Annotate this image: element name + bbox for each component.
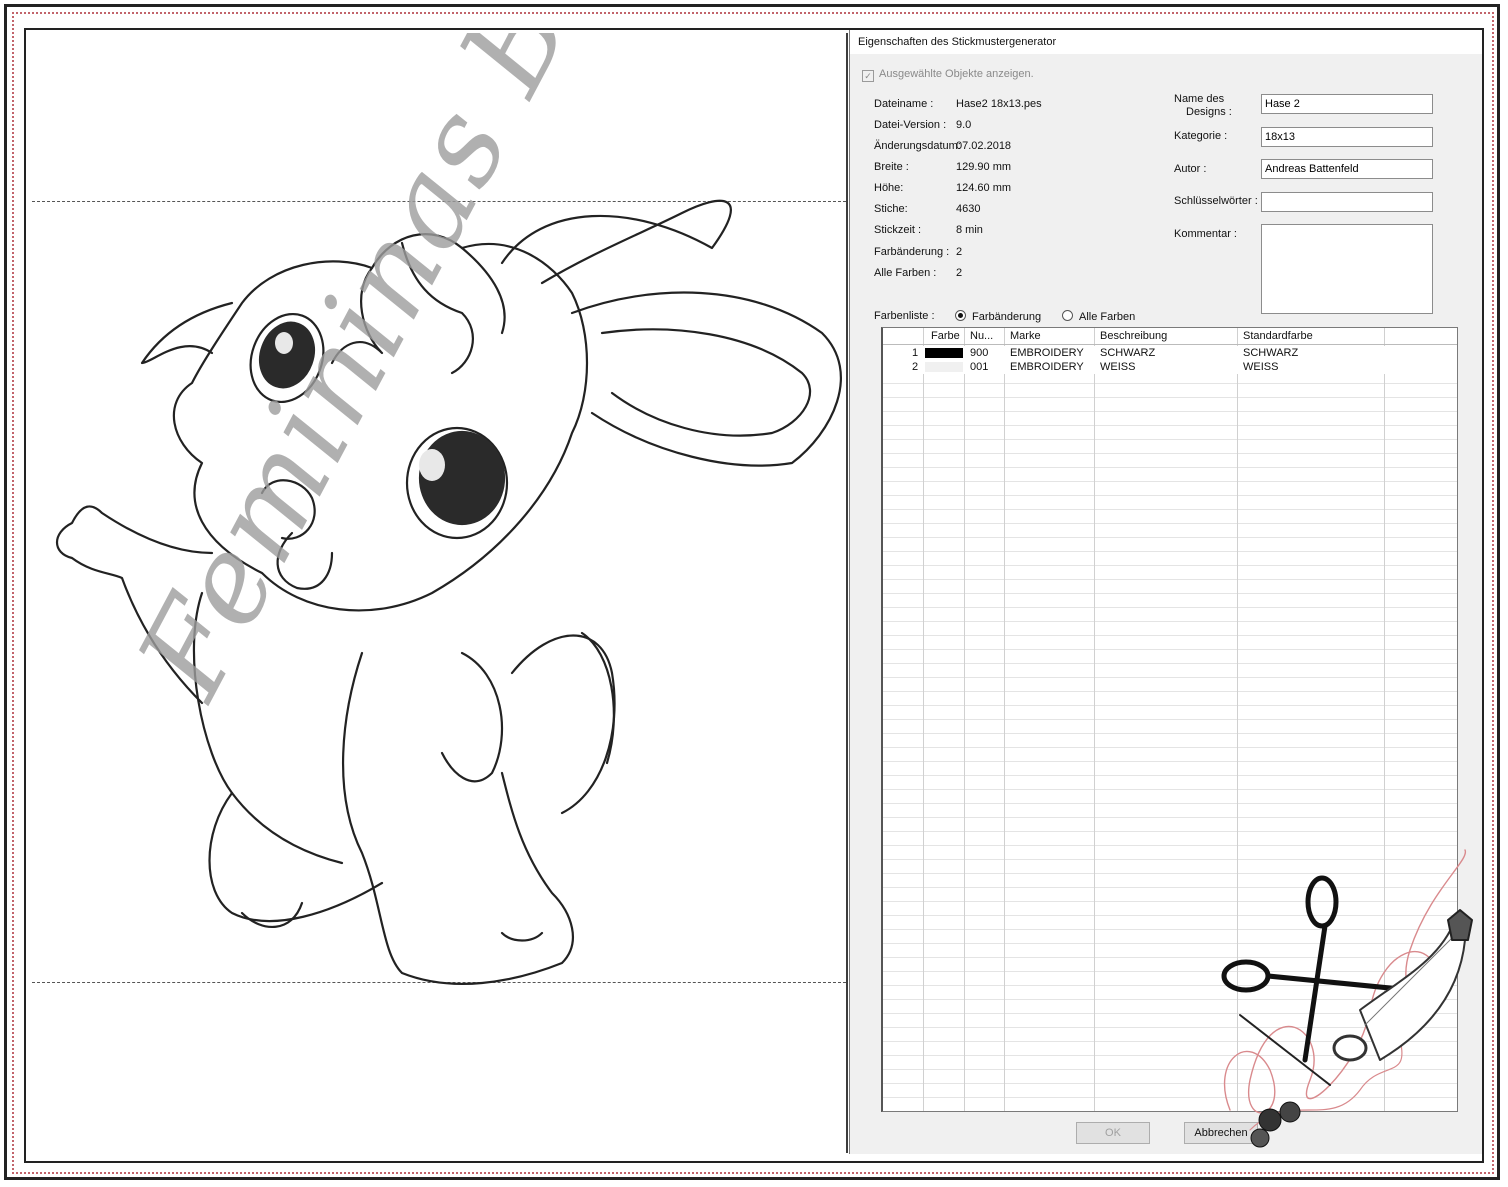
bunny-design — [55, 199, 842, 986]
keywords-input[interactable] — [1261, 192, 1433, 212]
info-value-filename: Hase2 18x13.pes — [956, 98, 1042, 110]
design-name-label-line1: Name des — [1174, 93, 1225, 105]
dialog-title-bar: Eigenschaften des Stickmustergenerator — [850, 30, 1482, 54]
info-label-width: Breite : — [874, 161, 909, 173]
radio-color-change[interactable]: Farbänderung — [955, 310, 1041, 323]
author-label: Autor : — [1174, 163, 1207, 175]
row-standard-color: SCHWARZ — [1243, 347, 1299, 359]
table-column-index — [883, 328, 924, 1111]
show-selected-checkbox[interactable]: ✓ Ausgewählte Objekte anzeigen. — [862, 68, 1034, 82]
table-column-brand — [1005, 328, 1095, 1111]
radio-selected-icon — [955, 310, 966, 321]
info-label-all-colors: Alle Farben : — [874, 267, 937, 279]
row-number: 001 — [970, 361, 989, 373]
table-row[interactable]: 2 001 EMBROIDERY WEISS WEISS — [883, 360, 1457, 374]
row-standard-color: WEISS — [1243, 361, 1279, 373]
info-value-color-changes: 2 — [956, 246, 963, 258]
header-divider — [883, 328, 924, 344]
color-list-label: Farbenliste : — [874, 310, 935, 322]
table-column-color — [924, 328, 965, 1111]
info-label-stitches: Stiche: — [874, 203, 908, 215]
header-color[interactable]: Farbe — [931, 330, 960, 342]
info-value-all-colors: 2 — [956, 267, 963, 279]
radio-all-colors[interactable]: Alle Farben — [1062, 310, 1135, 323]
design-name-input[interactable] — [1261, 94, 1433, 114]
row-index: 1 — [912, 347, 919, 359]
header-number[interactable]: Nu... — [970, 330, 993, 342]
info-value-modified: 07.02.2018 — [956, 140, 1012, 152]
header-standard-color[interactable]: Standardfarbe — [1243, 330, 1313, 342]
info-label-version: Datei-Version : — [874, 119, 947, 131]
info-value-stitch-time: 8 min — [956, 224, 983, 236]
radio-unselected-icon — [1062, 310, 1073, 321]
show-selected-label: Ausgewählte Objekte anzeigen. — [879, 68, 1034, 80]
check-icon: ✓ — [862, 70, 874, 82]
design-canvas[interactable]: Femininas Bastelei — [32, 33, 848, 1153]
info-value-height: 124.60 mm — [956, 182, 1012, 194]
comment-label: Kommentar : — [1174, 228, 1237, 240]
radio-color-change-label: Farbänderung — [972, 311, 1042, 323]
row-description: SCHWARZ — [1100, 347, 1156, 359]
row-brand: EMBROIDERY — [1010, 361, 1084, 373]
sewing-logo — [1221, 849, 1473, 1148]
ok-button[interactable]: OK — [1076, 1122, 1150, 1144]
table-column-number — [965, 328, 1005, 1111]
info-value-stitches: 4630 — [956, 203, 981, 215]
category-label: Kategorie : — [1174, 130, 1228, 142]
design-name-label: Name des Designs : — [1174, 93, 1232, 119]
radio-all-colors-label: Alle Farben — [1079, 311, 1136, 323]
keywords-label: Schlüsselwörter : — [1174, 195, 1258, 207]
info-value-version: 9.0 — [956, 119, 972, 131]
info-label-modified: Änderungsdatum: — [874, 140, 961, 152]
info-label-filename: Dateiname : — [874, 98, 934, 110]
info-value-width: 129.90 mm — [956, 161, 1012, 173]
dialog-title: Eigenschaften des Stickmustergenerator — [858, 36, 1057, 48]
row-index: 2 — [912, 361, 919, 373]
category-input[interactable] — [1261, 127, 1433, 147]
info-label-height: Höhe: — [874, 182, 904, 194]
info-label-color-changes: Farbänderung : — [874, 246, 950, 258]
header-brand[interactable]: Marke — [1010, 330, 1041, 342]
design-name-label-line2: Designs : — [1186, 106, 1232, 118]
info-label-stitch-time: Stickzeit : — [874, 224, 922, 236]
color-swatch — [925, 348, 963, 358]
table-header: Farbe Nu... Marke Beschreibung Standardf… — [883, 328, 1457, 345]
author-input[interactable] — [1261, 159, 1433, 179]
table-row[interactable]: 1 900 EMBROIDERY SCHWARZ SCHWARZ — [883, 346, 1457, 360]
row-brand: EMBROIDERY — [1010, 347, 1084, 359]
row-number: 900 — [970, 347, 989, 359]
comment-textarea[interactable] — [1261, 224, 1433, 314]
row-description: WEISS — [1100, 361, 1136, 373]
header-description[interactable]: Beschreibung — [1100, 330, 1167, 342]
color-swatch — [925, 362, 963, 372]
